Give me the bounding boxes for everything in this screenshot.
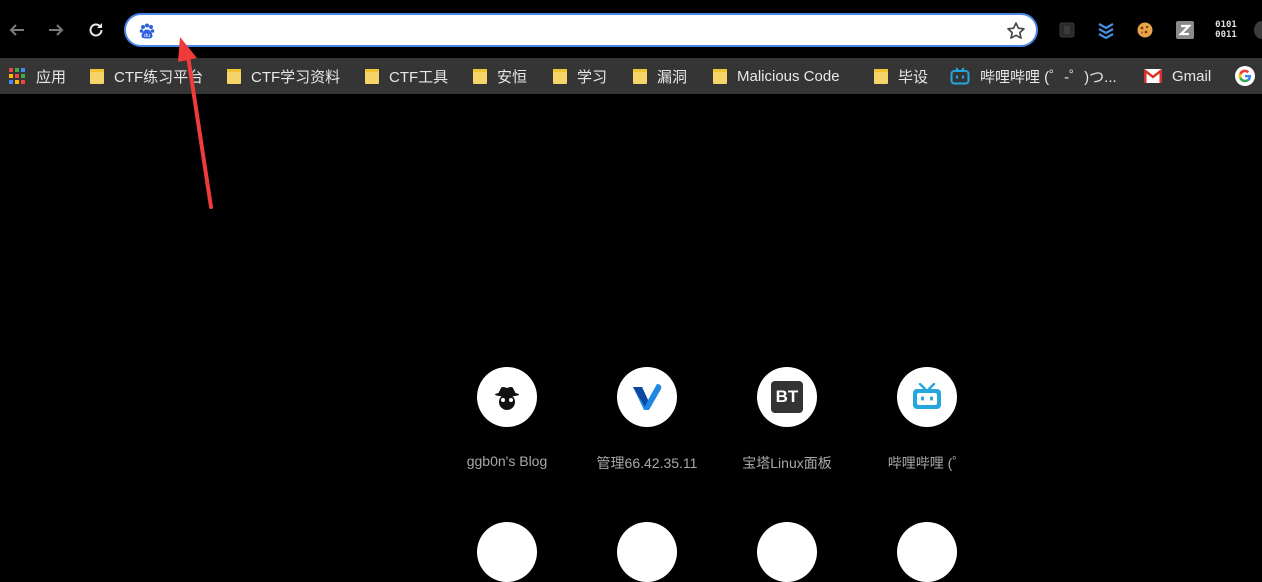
shortcut-tile-partial[interactable] [477,522,537,582]
browser-toolbar: du 0101 0011 [0,0,1262,58]
bookmark-folder-ctf-practice[interactable]: CTF练习平台 [90,58,203,94]
extension-button-4[interactable] [1174,19,1196,41]
forward-button[interactable] [39,13,73,47]
apps-grid-icon [8,67,26,85]
bilibili-icon [950,67,970,85]
spy-hat-icon [495,387,519,410]
svg-text:du: du [144,33,150,39]
binary-icon[interactable]: 0101 0011 [1212,19,1240,41]
shortcut-tile-partial[interactable] [617,522,677,582]
bookmark-folder-ctf-materials[interactable]: CTF学习资料 [227,58,340,94]
shortcut-tile-ggb0n-blog[interactable]: ggb0n's Blog [437,367,577,469]
shortcut-tile-bilibili[interactable]: 哔哩哔哩 (゜ [857,367,997,473]
shortcut-icon-circle [477,367,537,427]
bookmark-folder-study[interactable]: 学习 [553,58,607,94]
reload-icon [89,23,103,37]
shortcut-tile-partial[interactable] [757,522,817,582]
bookmark-label: Gmail [1172,67,1212,85]
shortcut-label: 管理66.42.35.11 [596,455,698,471]
bookmark-label: CTF学习资料 [251,68,341,86]
folder-icon [90,68,104,84]
shortcut-icon-circle: BT [757,367,817,427]
back-arrow-icon [9,24,24,36]
reload-button[interactable] [79,13,113,47]
bookmark-folder-graduation[interactable]: 毕设 [874,58,928,94]
bookmark-label: CTF工具 [389,68,449,86]
bookmark-apps[interactable]: 应用 [8,58,66,94]
bookmark-label: 安恒 [497,68,528,86]
bookmark-folder-anheng[interactable]: 安恒 [473,58,527,94]
bookmark-label: 学习 [577,68,608,86]
profile-avatar[interactable] [1254,21,1262,39]
bookmark-label: Malicious Code [737,67,840,85]
gmail-icon [1144,69,1162,83]
shortcut-tile-partial[interactable] [897,522,957,582]
shortcut-label: ggb0n's Blog [466,453,548,469]
google-icon [1235,66,1255,86]
bookmark-label: 应用 [36,68,67,86]
shortcut-tile-admin[interactable]: 管理66.42.35.11 [577,367,717,473]
folder-icon [473,68,487,84]
extension-button-2[interactable] [1095,19,1117,41]
baidu-paw-icon: du [139,23,155,39]
bookmark-label: 毕设 [898,68,929,86]
shortcut-icon-circle [897,367,957,427]
folder-icon [227,68,241,84]
bookmark-gmail[interactable]: Gmail [1144,58,1211,94]
bookmark-folder-ctf-tools[interactable]: CTF工具 [365,58,448,94]
bookmark-folder-malicious-code[interactable]: Malicious Code [713,58,840,94]
bookmark-label: 漏洞 [657,68,688,86]
shortcut-tile-bt-panel[interactable]: BT 宝塔Linux面板 [717,367,857,473]
folder-icon [633,68,647,84]
address-bar[interactable]: du [124,13,1038,47]
binary-icon-bottom: 0011 [1215,30,1237,40]
bookmark-google[interactable] [1235,58,1262,94]
bookmark-label: 哔哩哔哩 (゜-゜)つ... [980,68,1117,86]
shortcut-label: 宝塔Linux面板 [742,455,832,471]
bilibili-tv-icon [913,383,941,409]
z-square-icon [1176,21,1194,39]
forward-arrow-icon [49,24,64,36]
binary-icon-top: 0101 [1215,20,1237,30]
back-button[interactable] [0,13,34,47]
address-input[interactable] [166,20,990,44]
star-icon[interactable] [1006,21,1026,41]
shortcut-icon-circle [617,367,677,427]
extension-box-icon [1059,22,1075,38]
bookmarks-bar: 应用 CTF练习平台 CTF学习资料 CTF工具 安恒 学习 漏洞 Malici… [0,58,1262,94]
bookmark-label: CTF练习平台 [114,68,204,86]
folder-icon [713,68,727,84]
extension-button-3[interactable] [1134,19,1156,41]
bookmark-folder-vulnerabilities[interactable]: 漏洞 [633,58,687,94]
folder-icon [365,68,379,84]
bookmark-bilibili[interactable]: 哔哩哔哩 (゜-゜)つ... [950,58,1117,94]
folder-icon [874,68,888,84]
extension-button-1[interactable] [1056,19,1078,41]
v-logo-icon [633,384,662,410]
layers-chevron-icon [1098,23,1114,40]
folder-icon [553,68,567,84]
cookie-icon [1137,22,1153,38]
bt-logo-icon: BT [771,381,803,413]
shortcut-label: 哔哩哔哩 (゜ [887,455,967,471]
